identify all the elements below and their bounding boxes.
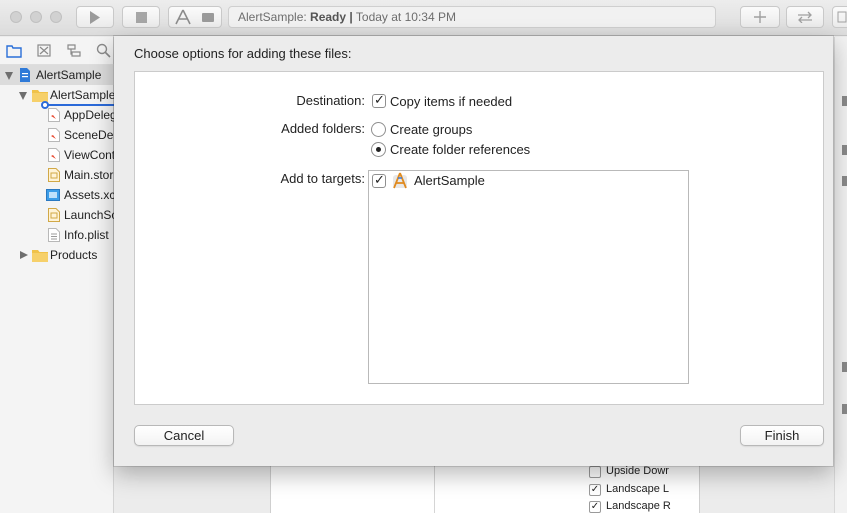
inspector-edge: [834, 37, 847, 513]
sheet-title: Choose options for adding these files:: [134, 46, 352, 61]
checkmark-icon: ✓: [374, 92, 385, 107]
edge-marker: [842, 96, 847, 106]
disclosure-right-icon[interactable]: [20, 251, 28, 259]
edge-marker: [842, 176, 847, 186]
folder-icon: [32, 90, 48, 102]
edge-marker: [842, 404, 847, 414]
navigator-item-label: Info.plist: [64, 228, 109, 242]
run-button[interactable]: [76, 6, 114, 28]
target-checkbox[interactable]: ✓: [372, 172, 386, 188]
navigator-item-file[interactable]: Main.stor: [0, 165, 114, 185]
project-file-icon: [20, 68, 30, 82]
create-groups-label[interactable]: Create groups: [390, 122, 472, 137]
stop-icon: [135, 11, 147, 23]
add-files-sheet: Choose options for adding these files: D…: [114, 36, 833, 466]
navigator-item-label: Assets.xc: [64, 188, 114, 202]
orientation-checkbox[interactable]: ✓: [589, 484, 601, 496]
navigator-item-label: ViewCont: [64, 148, 114, 162]
navigator-item-group[interactable]: AlertSample: [0, 85, 114, 105]
device-icon: [202, 13, 214, 22]
navigator-item-group[interactable]: Products: [0, 245, 114, 265]
orientation-label: Landscape R: [606, 500, 671, 512]
activity-status: Ready: [310, 10, 347, 24]
navigator-selector-bar: [0, 37, 114, 65]
swift-file-icon: [48, 148, 60, 162]
navigator-item-file[interactable]: Assets.xc: [0, 185, 114, 205]
disclosure-down-icon[interactable]: [19, 92, 27, 100]
navigator-item-label: Products: [50, 248, 98, 262]
edge-marker: [842, 145, 847, 155]
search-icon[interactable]: [96, 43, 112, 58]
destination-label: Destination:: [296, 93, 365, 108]
disclosure-down-icon[interactable]: [5, 72, 13, 80]
orientation-label: Landscape L: [606, 483, 669, 495]
arrows-icon: [798, 11, 812, 23]
scheme-selector[interactable]: [168, 6, 222, 28]
navigator-item-file[interactable]: AppDeleg: [0, 105, 114, 125]
navigator-item-label: AlertSample: [36, 68, 102, 82]
app-scheme-icon: [175, 9, 191, 25]
navigator-item-label: Main.stor: [64, 168, 114, 182]
activity-project: AlertSample:: [238, 10, 307, 24]
activity-separator: |: [349, 10, 353, 24]
create-groups-radio[interactable]: [371, 122, 386, 137]
folder-navigator-icon[interactable]: [6, 43, 22, 58]
orientation-checkbox[interactable]: ✓: [589, 501, 601, 513]
project-navigator: AlertSample AlertSample AppDeleg SceneDe…: [0, 37, 114, 513]
edge-marker: [842, 362, 847, 372]
navigator-item-label: SceneDel: [64, 128, 114, 142]
drop-indicator-dot: [41, 101, 49, 109]
panel-divider: [434, 466, 435, 513]
asset-catalog-icon: [46, 189, 60, 201]
activity-viewer: AlertSample: Ready | Today at 10:34 PM: [228, 6, 716, 28]
navigator-item-label: AppDeleg: [64, 108, 114, 122]
navigator-item-file[interactable]: ViewCont: [0, 145, 114, 165]
added-folders-label: Added folders:: [281, 121, 365, 136]
code-review-button[interactable]: [786, 6, 824, 28]
finish-button[interactable]: Finish: [740, 425, 824, 446]
options-box: Destination: ✓ Copy items if needed Adde…: [134, 71, 824, 405]
folder-icon: [32, 250, 48, 262]
copy-items-label[interactable]: Copy items if needed: [390, 94, 512, 109]
target-label: AlertSample: [414, 173, 485, 188]
drop-indicator-line: [44, 104, 114, 106]
zoom-window-button[interactable]: [50, 11, 62, 23]
navigator-item-file[interactable]: SceneDel: [0, 125, 114, 145]
plus-icon: [754, 11, 766, 23]
storyboard-file-icon: [48, 168, 60, 182]
orientation-checkbox[interactable]: [589, 466, 601, 478]
play-icon: [90, 10, 100, 24]
symbol-navigator-icon[interactable]: [66, 43, 82, 58]
add-to-targets-label: Add to targets:: [280, 171, 365, 186]
storyboard-file-icon: [48, 208, 60, 222]
window-toolbar: AlertSample: Ready | Today at 10:34 PM: [0, 0, 847, 36]
app-target-icon: [393, 172, 407, 189]
swift-file-icon: [48, 128, 60, 142]
navigator-item-label: AlertSample: [50, 88, 114, 102]
minimize-window-button[interactable]: [30, 11, 42, 23]
create-folder-references-radio[interactable]: [371, 142, 386, 157]
layout-button[interactable]: [832, 6, 847, 28]
checkmark-icon: ✓: [374, 172, 385, 187]
orientation-label: Upside Dowr: [606, 465, 669, 477]
swift-file-icon: [48, 108, 60, 122]
activity-time: Today at 10:34 PM: [355, 10, 456, 24]
stop-button[interactable]: [122, 6, 160, 28]
navigator-item-label: LaunchSc: [64, 208, 114, 222]
cancel-button[interactable]: Cancel: [134, 425, 234, 446]
library-button[interactable]: [740, 6, 780, 28]
source-control-icon[interactable]: [36, 43, 52, 58]
navigator-item-file[interactable]: Info.plist: [0, 225, 114, 245]
copy-items-checkbox[interactable]: ✓: [372, 92, 386, 108]
close-window-button[interactable]: [10, 11, 22, 23]
targets-list: ✓ AlertSample: [368, 170, 689, 384]
create-folder-references-label[interactable]: Create folder references: [390, 142, 530, 157]
navigator-item-project[interactable]: AlertSample: [0, 65, 114, 85]
plist-file-icon: [48, 228, 60, 242]
navigator-item-file[interactable]: LaunchSc: [0, 205, 114, 225]
panel-icon: [837, 11, 847, 23]
